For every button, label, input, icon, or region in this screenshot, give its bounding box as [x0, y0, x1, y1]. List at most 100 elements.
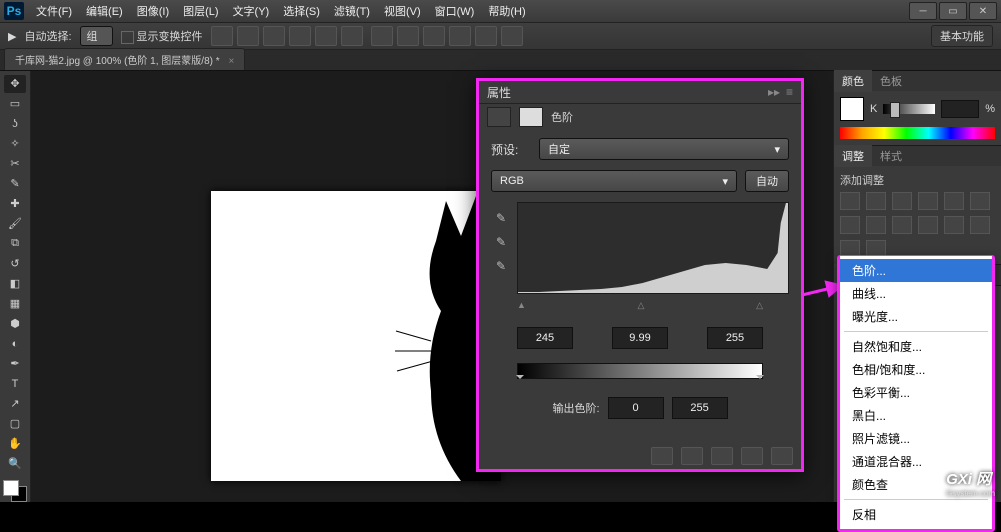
- adj-icon[interactable]: [866, 192, 886, 210]
- workspace-switcher[interactable]: 基本功能: [931, 25, 993, 47]
- tab-styles[interactable]: 样式: [872, 145, 910, 167]
- move-tool[interactable]: ✥: [4, 75, 26, 93]
- tab-swatches[interactable]: 色板: [872, 70, 910, 92]
- adj-icon[interactable]: [892, 216, 912, 234]
- distribute-icon[interactable]: [423, 26, 445, 46]
- type-tool[interactable]: T: [4, 375, 26, 393]
- reset-icon[interactable]: [711, 447, 733, 465]
- close-button[interactable]: ✕: [969, 2, 997, 20]
- history-brush-tool[interactable]: ↺: [4, 255, 26, 273]
- mask-icon[interactable]: [519, 107, 543, 127]
- distribute-icon[interactable]: [449, 26, 471, 46]
- menu-item-vibrance[interactable]: 自然饱和度...: [840, 335, 992, 358]
- zoom-tool[interactable]: 🔍: [4, 454, 26, 472]
- distribute-icon[interactable]: [475, 26, 497, 46]
- histogram[interactable]: ✎ ✎ ✎: [517, 202, 789, 294]
- menu-item-color-balance[interactable]: 色彩平衡...: [840, 381, 992, 404]
- menu-view[interactable]: 视图(V): [378, 1, 427, 21]
- align-icon[interactable]: [211, 26, 233, 46]
- adj-icon[interactable]: [840, 216, 860, 234]
- hand-tool[interactable]: ✋: [4, 434, 26, 452]
- document-tab[interactable]: 千库网-猫2.jpg @ 100% (色阶 1, 图层蒙版/8) * ×: [4, 48, 245, 70]
- marquee-tool[interactable]: ▭: [4, 95, 26, 113]
- close-tab-icon[interactable]: ×: [228, 56, 234, 67]
- menu-item-exposure[interactable]: 曝光度...: [840, 305, 992, 328]
- align-icon[interactable]: [237, 26, 259, 46]
- shape-tool[interactable]: ▢: [4, 414, 26, 432]
- eraser-tool[interactable]: ◧: [4, 275, 26, 293]
- fg-bg-swatch[interactable]: [3, 480, 27, 502]
- pen-tool[interactable]: ✒: [4, 355, 26, 373]
- adj-icon[interactable]: [944, 216, 964, 234]
- menu-item-curves[interactable]: 曲线...: [840, 282, 992, 305]
- trash-icon[interactable]: [771, 447, 793, 465]
- distribute-icon[interactable]: [371, 26, 393, 46]
- path-tool[interactable]: ↗: [4, 395, 26, 413]
- hue-strip[interactable]: [840, 127, 995, 139]
- stamp-tool[interactable]: ⧉: [4, 235, 26, 253]
- distribute-icon[interactable]: [501, 26, 523, 46]
- auto-button[interactable]: 自动: [745, 170, 789, 192]
- menu-item-bw[interactable]: 黑白...: [840, 404, 992, 427]
- align-icon[interactable]: [315, 26, 337, 46]
- tab-adjustments[interactable]: 调整: [834, 145, 872, 167]
- menu-window[interactable]: 窗口(W): [429, 1, 481, 21]
- menu-item-hue[interactable]: 色相/饱和度...: [840, 358, 992, 381]
- heal-tool[interactable]: ✚: [4, 195, 26, 213]
- align-icon[interactable]: [263, 26, 285, 46]
- input-sliders[interactable]: ▲△△: [517, 300, 763, 311]
- document-canvas[interactable]: [211, 191, 501, 481]
- input-black-field[interactable]: [517, 327, 573, 349]
- k-value-input[interactable]: [941, 100, 979, 118]
- output-white-field[interactable]: [672, 397, 728, 419]
- menu-edit[interactable]: 编辑(E): [80, 1, 129, 21]
- menu-layer[interactable]: 图层(L): [177, 1, 224, 21]
- preset-dropdown[interactable]: 自定▾: [539, 138, 789, 160]
- adj-icon[interactable]: [918, 192, 938, 210]
- menu-file[interactable]: 文件(F): [30, 1, 78, 21]
- adj-icon[interactable]: [840, 192, 860, 210]
- visibility-icon[interactable]: [741, 447, 763, 465]
- input-white-field[interactable]: [707, 327, 763, 349]
- adj-icon[interactable]: [892, 192, 912, 210]
- gray-point-eyedropper[interactable]: ✎: [492, 233, 510, 251]
- output-black-field[interactable]: [608, 397, 664, 419]
- adj-icon[interactable]: [970, 216, 990, 234]
- menu-help[interactable]: 帮助(H): [482, 1, 531, 21]
- adj-icon[interactable]: [944, 192, 964, 210]
- white-point-eyedropper[interactable]: ✎: [492, 257, 510, 275]
- menu-item-photo-filter[interactable]: 照片滤镜...: [840, 427, 992, 450]
- prev-state-icon[interactable]: [681, 447, 703, 465]
- menu-filter[interactable]: 滤镜(T): [328, 1, 376, 21]
- minimize-button[interactable]: ─: [909, 2, 937, 20]
- menu-select[interactable]: 选择(S): [277, 1, 326, 21]
- menu-image[interactable]: 图像(I): [131, 1, 175, 21]
- menu-item-levels[interactable]: 色阶...: [840, 259, 992, 282]
- dodge-tool[interactable]: ◐: [4, 335, 26, 353]
- maximize-button[interactable]: ▭: [939, 2, 967, 20]
- properties-panel[interactable]: 属性 ▸▸≡ 色阶 预设: 自定▾ RGB▾ 自动 ✎ ✎ ✎ ▲△△: [476, 78, 804, 472]
- tab-color[interactable]: 颜色: [834, 70, 872, 92]
- clip-icon[interactable]: [651, 447, 673, 465]
- panel-menu-icon[interactable]: ≡: [786, 85, 793, 99]
- input-gamma-field[interactable]: [612, 327, 668, 349]
- properties-header[interactable]: 属性 ▸▸≡: [479, 81, 801, 104]
- eyedropper-tool[interactable]: ✎: [4, 175, 26, 193]
- menu-item-invert[interactable]: 反相: [840, 503, 992, 526]
- crop-tool[interactable]: ✂: [4, 155, 26, 173]
- adj-icon[interactable]: [918, 216, 938, 234]
- align-icon[interactable]: [341, 26, 363, 46]
- wand-tool[interactable]: ✧: [4, 135, 26, 153]
- align-icon[interactable]: [289, 26, 311, 46]
- gradient-tool[interactable]: ▦: [4, 295, 26, 313]
- lasso-tool[interactable]: ʖ: [4, 115, 26, 133]
- output-gradient[interactable]: [517, 363, 763, 379]
- collapse-icon[interactable]: ▸▸: [768, 85, 780, 99]
- adj-icon[interactable]: [866, 216, 886, 234]
- blur-tool[interactable]: ⬢: [4, 315, 26, 333]
- black-point-eyedropper[interactable]: ✎: [492, 209, 510, 227]
- show-transform-checkbox[interactable]: 显示变换控件: [121, 28, 203, 44]
- brush-tool[interactable]: 🖌: [4, 215, 26, 233]
- color-swatch[interactable]: [840, 97, 864, 121]
- auto-select-dropdown[interactable]: 组: [80, 26, 113, 46]
